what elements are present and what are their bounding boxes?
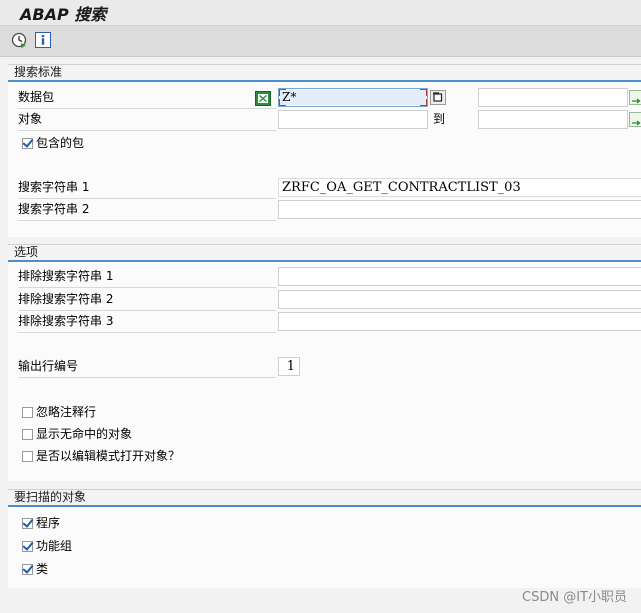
search-string-2-input[interactable] [278, 200, 641, 219]
include-packages-checkmark[interactable] [22, 138, 33, 149]
exclude-string-3-input[interactable] [278, 312, 641, 331]
programs-checkmark[interactable] [22, 518, 33, 529]
search-string-1-label: 搜索字符串 1 [18, 177, 276, 199]
object-label: 对象 [18, 109, 276, 131]
multiple-selection-icon [255, 91, 271, 106]
object-to-input[interactable] [478, 110, 628, 129]
info-icon [35, 32, 51, 48]
title-bar: ABAP 搜索 [0, 0, 641, 26]
edit-mode-checkbox[interactable]: 是否以编辑模式打开对象？ [22, 448, 180, 464]
include-packages-checkbox[interactable]: 包含的包 [22, 135, 84, 151]
search-string-2-label: 搜索字符串 2 [18, 199, 276, 221]
show-unmatched-box[interactable] [22, 429, 33, 440]
window-title: ABAP 搜索 [20, 5, 107, 24]
info-button[interactable] [35, 32, 51, 48]
function-groups-checkmark[interactable] [22, 541, 33, 552]
edit-mode-label: 是否以编辑模式打开对象？ [36, 449, 181, 463]
multi-select-button[interactable] [255, 91, 271, 106]
package-multi-range-button[interactable] [629, 90, 641, 105]
include-packages-label: 包含的包 [36, 136, 85, 150]
exclude-string-1-label: 排除搜索字符串 1 [18, 266, 276, 288]
object-multi-range-button[interactable] [629, 112, 641, 127]
abap-search-window: ABAP 搜索 搜索标准 数据包 Z* 对象 到 包含的包 搜索字符串 1 ZR… [0, 0, 641, 613]
execute-button[interactable] [11, 32, 27, 48]
ignore-comments-label: 忽略注释行 [36, 405, 97, 419]
classes-checkbox[interactable]: 类 [22, 561, 48, 577]
output-line-number-label: 输出行编号 [18, 356, 276, 378]
search-string-1-input[interactable]: ZRFC_OA_GET_CONTRACTLIST_03 [278, 178, 641, 197]
multi-range-arrow-icon [629, 90, 641, 105]
multi-range-arrow-icon [629, 112, 641, 127]
exclude-string-3-label: 排除搜索字符串 3 [18, 311, 276, 333]
package-to-input[interactable] [478, 88, 628, 107]
watermark: CSDN @IT小职员 [522, 590, 627, 605]
programs-label: 程序 [36, 516, 61, 530]
function-groups-checkbox[interactable]: 功能组 [22, 538, 72, 554]
output-line-number-input[interactable]: 1 [278, 357, 300, 376]
copy-window-icon [430, 90, 446, 105]
application-toolbar [0, 26, 641, 57]
edit-mode-box[interactable] [22, 451, 33, 462]
execute-clock-icon [11, 32, 27, 48]
package-input[interactable]: Z* [278, 88, 428, 107]
exclude-string-2-input[interactable] [278, 290, 641, 309]
to-label: 到 [433, 112, 446, 126]
ignore-comments-checkbox[interactable]: 忽略注释行 [22, 404, 96, 420]
ignore-comments-box[interactable] [22, 407, 33, 418]
classes-checkmark[interactable] [22, 564, 33, 575]
exclude-string-1-input[interactable] [278, 267, 641, 286]
show-unmatched-checkbox[interactable]: 显示无命中的对象 [22, 426, 132, 442]
scan-objects-section: 要扫描的对象 [8, 489, 641, 588]
show-unmatched-label: 显示无命中的对象 [36, 427, 133, 441]
programs-checkbox[interactable]: 程序 [22, 515, 60, 531]
section-header-scan: 要扫描的对象 [8, 490, 641, 507]
function-groups-label: 功能组 [36, 539, 73, 553]
section-header-criteria: 搜索标准 [8, 65, 641, 82]
object-input[interactable] [278, 110, 428, 129]
package-label: 数据包 [18, 87, 276, 109]
value-help-button[interactable] [430, 90, 446, 105]
exclude-string-2-label: 排除搜索字符串 2 [18, 289, 276, 311]
classes-label: 类 [36, 562, 49, 576]
section-header-options: 选项 [8, 245, 641, 262]
